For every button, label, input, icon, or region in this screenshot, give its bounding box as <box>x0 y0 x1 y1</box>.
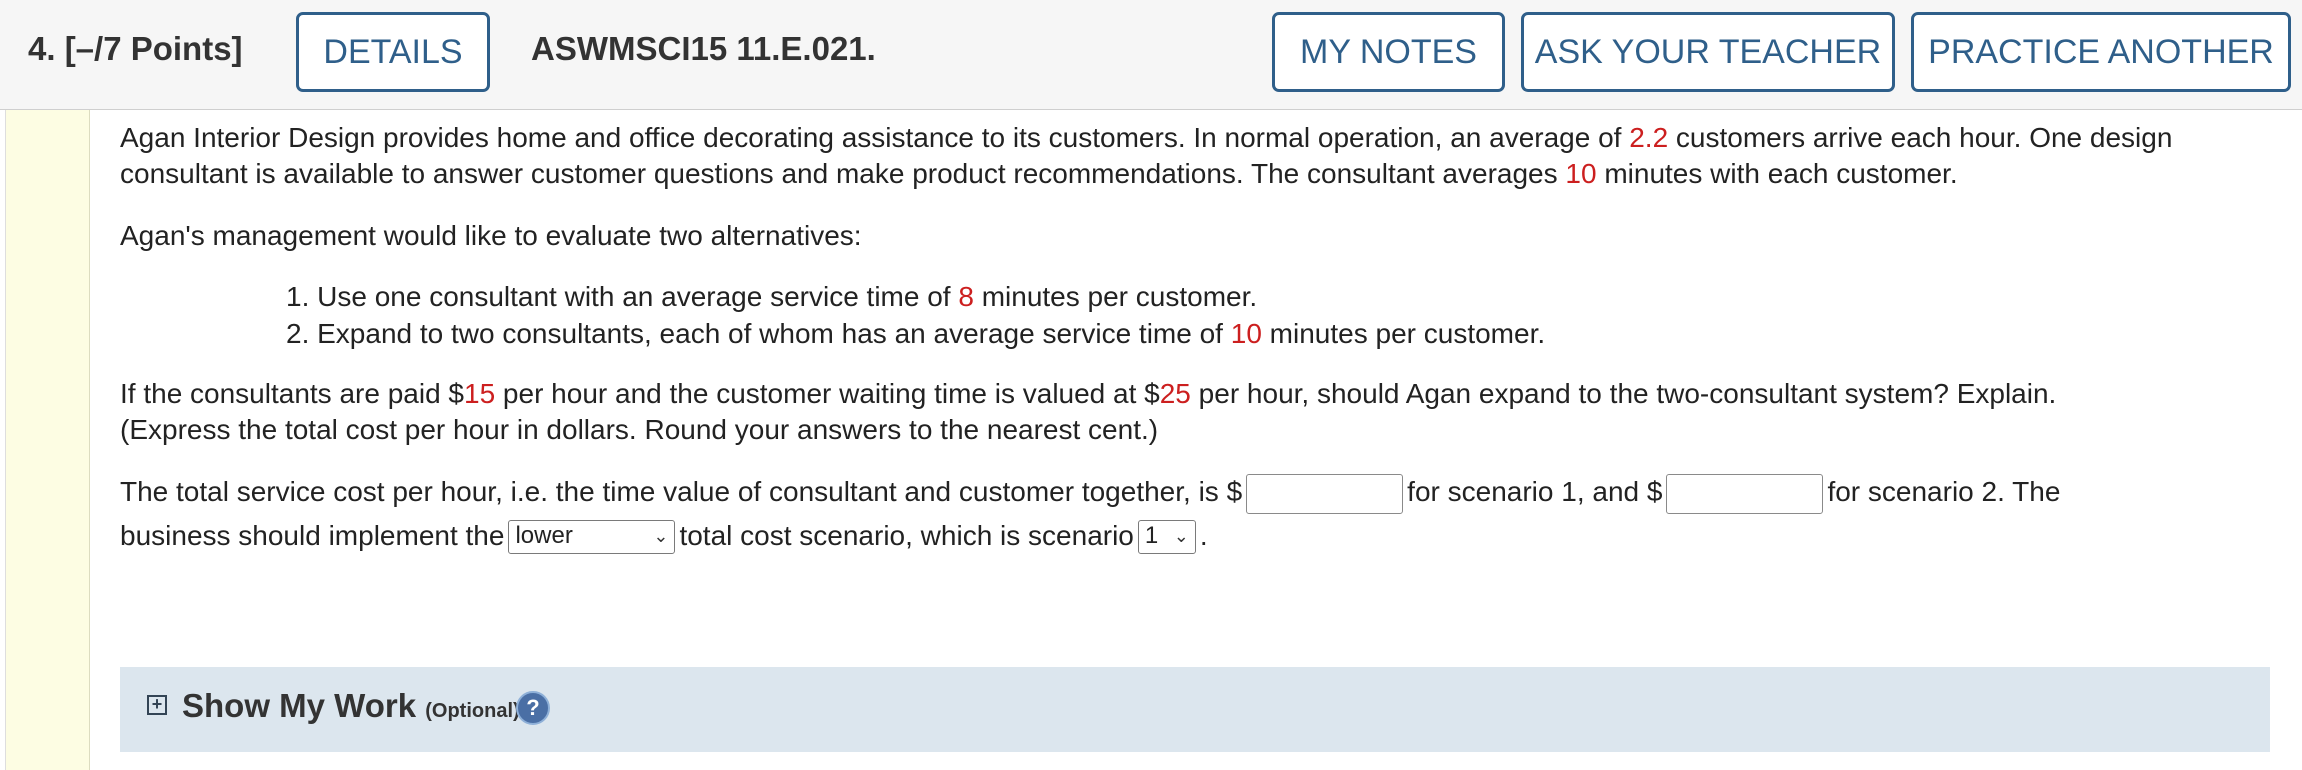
waiting-cost-value: 25 <box>1159 378 1191 409</box>
answer-text-b: for scenario 1, and $ <box>1407 476 1663 507</box>
scenario-select-value: 1 <box>1144 522 1159 550</box>
question-body: Agan Interior Design provides home and o… <box>120 120 2280 557</box>
answer-text-f: . <box>1199 519 1208 551</box>
question-header: 4. [–/7 Points] DETAILS ASWMSCI15 11.E.0… <box>0 0 2302 110</box>
list-item: 2. Expand to two consultants, each of wh… <box>286 315 2280 352</box>
list-item: 1. Use one consultant with an average se… <box>286 278 2280 315</box>
optional-label: (Optional) <box>425 700 520 722</box>
help-icon[interactable]: ? <box>516 691 550 725</box>
cost-text-c: per hour, should Agan expand to the two-… <box>1190 378 2057 409</box>
answer-paragraph: The total service cost per hour, i.e. th… <box>120 470 2280 557</box>
cost-paragraph: If the consultants are paid $15 per hour… <box>120 376 2280 448</box>
answer-text-a: The total service cost per hour, i.e. th… <box>120 476 1243 507</box>
answer-text-c: for scenario 2. The <box>1827 476 2061 507</box>
intro-paragraph: Agan Interior Design provides home and o… <box>120 120 2280 192</box>
show-my-work-title[interactable]: Show My Work (Optional) <box>182 687 520 725</box>
arrival-rate-value: 2.2 <box>1629 122 1669 153</box>
scenario1-cost-input[interactable] <box>1246 473 1404 514</box>
alt2-text-b: minutes per customer. <box>1261 318 1546 349</box>
chevron-down-icon: ⌄ <box>653 526 669 547</box>
details-button[interactable]: DETAILS <box>296 12 490 92</box>
alt1-text-a: 1. Use one consultant with an average se… <box>286 281 959 312</box>
consultant-pay-value: 15 <box>464 378 496 409</box>
cost-level-select-value: lower <box>515 522 573 550</box>
cost-text-a: If the consultants are paid $ <box>120 378 464 409</box>
alt2-minutes-value: 10 <box>1230 318 1262 349</box>
cost-text-b: per hour and the customer waiting time i… <box>495 378 1160 409</box>
show-my-work-label: Show My Work <box>182 687 417 724</box>
scenario-select[interactable]: 1 ⌄ <box>1137 520 1196 555</box>
service-minutes-value: 10 <box>1565 158 1597 189</box>
show-my-work-panel[interactable]: + Show My Work (Optional) ? <box>120 667 2270 752</box>
alt2-text-a: 2. Expand to two consultants, each of wh… <box>286 318 1231 349</box>
cost-level-select[interactable]: lower ⌄ <box>508 520 676 555</box>
my-notes-button[interactable]: MY NOTES <box>1272 12 1505 92</box>
left-margin-bar <box>6 110 90 770</box>
problem-code: ASWMSCI15 11.E.021. <box>531 30 876 67</box>
expand-plus-icon[interactable]: + <box>147 695 167 715</box>
intro-text-c: minutes with each customer. <box>1596 158 1958 189</box>
intro-text-a: Agan Interior Design provides home and o… <box>120 122 1630 153</box>
alt1-text-b: minutes per customer. <box>973 281 1258 312</box>
alt1-minutes-value: 8 <box>958 281 974 312</box>
alternatives-list: 1. Use one consultant with an average se… <box>120 278 2280 352</box>
answer-text-e: total cost scenario, which is scenario <box>679 519 1134 551</box>
question-points-label: 4. [–/7 Points] <box>28 30 243 67</box>
rounding-instruction: (Express the total cost per hour in doll… <box>120 414 1159 445</box>
answer-text-d: business should implement the <box>120 519 505 551</box>
chevron-down-icon: ⌄ <box>1173 526 1189 547</box>
practice-another-button[interactable]: PRACTICE ANOTHER <box>1911 12 2291 92</box>
alternatives-intro: Agan's management would like to evaluate… <box>120 220 862 251</box>
ask-your-teacher-button[interactable]: ASK YOUR TEACHER <box>1521 12 1895 92</box>
scenario2-cost-input[interactable] <box>1666 473 1824 514</box>
